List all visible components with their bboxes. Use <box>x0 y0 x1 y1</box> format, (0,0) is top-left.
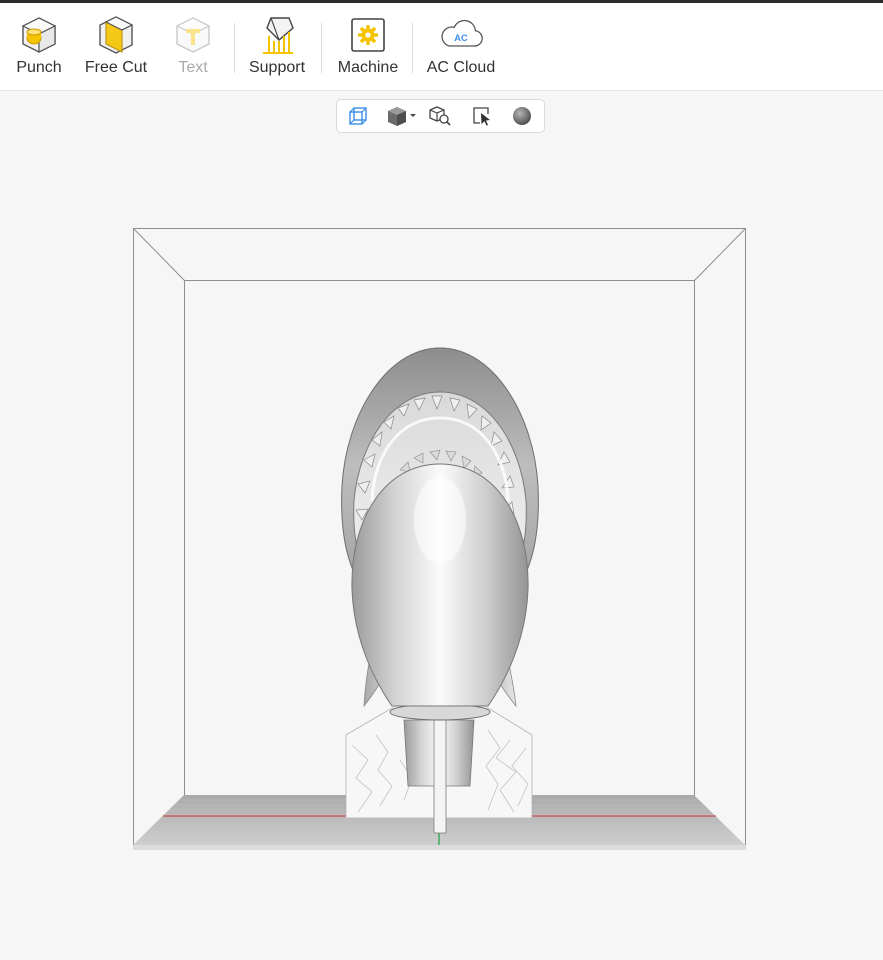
3d-viewport[interactable] <box>0 90 883 960</box>
free-cut-icon <box>94 13 138 57</box>
ac-cloud-badge-text: AC <box>454 33 468 43</box>
free-cut-label: Free Cut <box>84 59 148 76</box>
text-label: Text <box>178 59 208 76</box>
support-label: Support <box>248 59 306 76</box>
punch-label: Punch <box>16 59 62 76</box>
toolbar-divider <box>234 23 235 73</box>
support-icon <box>255 13 299 57</box>
machine-icon <box>346 13 390 57</box>
text-icon <box>171 13 215 57</box>
support-button[interactable]: Support <box>246 13 308 83</box>
model-stand-rod <box>433 717 447 834</box>
toolbar-divider <box>412 23 413 73</box>
punch-button[interactable]: Punch <box>12 13 66 83</box>
machine-button[interactable]: Machine <box>334 13 402 83</box>
ac-cloud-icon: AC <box>439 13 483 57</box>
shark-model[interactable] <box>341 347 539 834</box>
punch-icon <box>17 13 61 57</box>
text-button[interactable]: Text <box>170 13 216 83</box>
free-cut-button[interactable]: Free Cut <box>84 13 148 83</box>
ac-cloud-button[interactable]: AC AC Cloud <box>424 13 498 83</box>
toolbar-divider <box>321 23 322 73</box>
machine-label: Machine <box>337 59 399 76</box>
ac-cloud-label: AC Cloud <box>426 59 496 76</box>
main-toolbar: Punch Free Cut Text Support Machine AC A… <box>0 3 883 91</box>
